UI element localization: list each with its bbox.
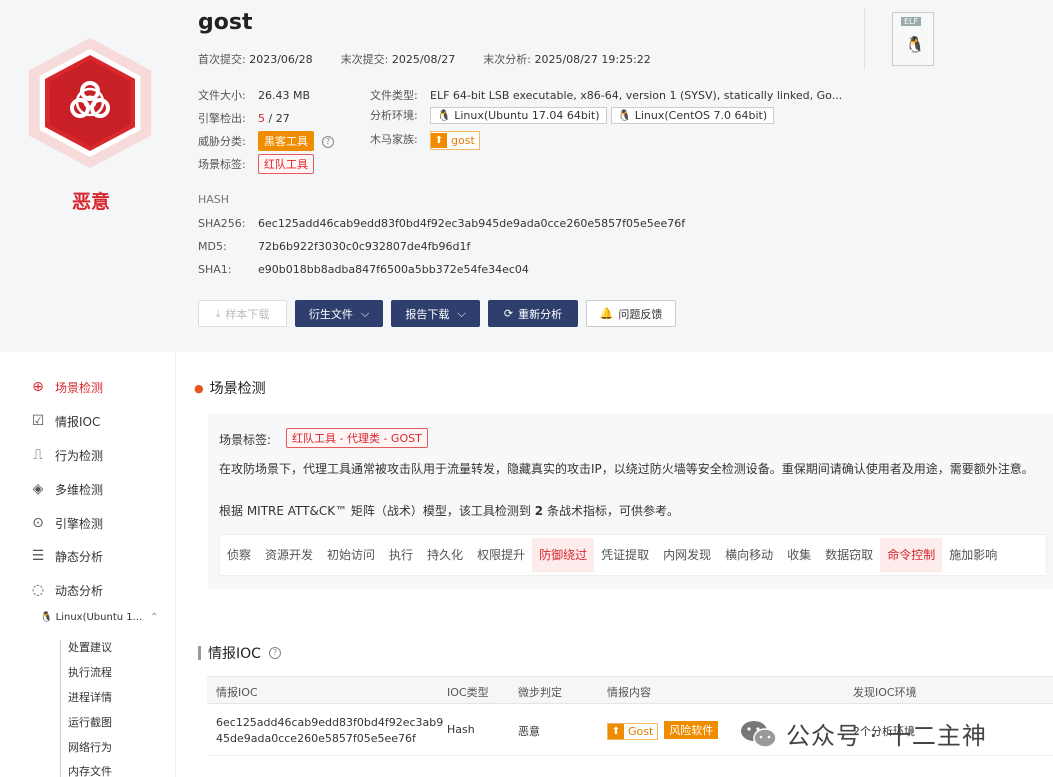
sidebar-item-scene[interactable]: ⊕ 场景检测 xyxy=(30,377,103,397)
sidebar-item-static[interactable]: ☰ 静态分析 xyxy=(30,546,103,566)
chevron-down-icon: ⌵ xyxy=(360,306,370,320)
sidebar-sub-flow[interactable]: 执行流程 xyxy=(68,664,112,680)
sidebar-sub-memory[interactable]: 内存文件 xyxy=(68,763,112,777)
tactic-recon[interactable]: 侦察 xyxy=(220,538,258,572)
report-download-button[interactable]: 报告下载 ⌵ xyxy=(391,300,480,327)
sidebar-item-engine[interactable]: ⊙ 引擎检测 xyxy=(30,513,103,533)
bell-icon: 🔔 xyxy=(599,307,614,320)
biohazard-icon xyxy=(70,81,110,118)
tactic-impact[interactable]: 施加影响 xyxy=(942,538,1004,572)
file-name: gost xyxy=(198,10,253,35)
tactic-c2[interactable]: 命令控制 xyxy=(880,538,943,572)
md5-row: MD5: 72b6b922f3030c0c932807de4fb96d1f xyxy=(198,240,471,253)
derived-files-button[interactable]: 衍生文件 ⌵ xyxy=(295,300,383,327)
ioc-type: Hash xyxy=(447,723,475,736)
sha1-row: SHA1: e90b018bb8adba847f6500a5bb372e54fe3… xyxy=(198,263,529,276)
refresh-icon: ⟳ xyxy=(503,307,514,320)
document-icon: ☰ xyxy=(31,548,45,564)
scene-section-title: ● 场景检测 xyxy=(194,381,266,397)
tag-icon: ⬆ xyxy=(431,133,447,148)
chevron-down-icon: ⌵ xyxy=(457,306,466,320)
tactic-initial-access[interactable]: 初始访问 xyxy=(320,538,382,572)
env-centos[interactable]: 🐧 Linux(CentOS 7.0 64bit) xyxy=(610,107,775,124)
tactic-exfiltration[interactable]: 数据窃取 xyxy=(818,538,880,572)
ioc-content: ⬆ Gost 风险软件 xyxy=(607,721,719,740)
scene-tag-label: 场景标签: xyxy=(219,433,272,447)
engine-detection: 引擎检出: 5 / 27 xyxy=(198,112,290,125)
ioc-verdict: 恶意 xyxy=(518,725,540,738)
cycle-icon: ◌ xyxy=(31,582,45,598)
scene-tags: 场景标签: 红队工具 xyxy=(198,154,314,174)
fire-icon: ● xyxy=(194,381,204,395)
tactic-credential[interactable]: 凭证提取 xyxy=(594,538,656,572)
trojan-family: 木马家族: ⬆ gost xyxy=(370,131,480,150)
sidebar-os-ubuntu[interactable]: 🐧 Linux(Ubuntu 1... ⌃ xyxy=(40,612,159,623)
sidebar-item-multidim[interactable]: ◈ 多维检测 xyxy=(30,479,103,499)
tactic-persistence[interactable]: 持久化 xyxy=(420,538,470,572)
help-icon[interactable]: ? xyxy=(268,647,281,659)
action-buttons: ⤓ 样本下载 衍生文件 ⌵ 报告下载 ⌵ ⟳ 重新分析 🔔 问题反馈 xyxy=(198,300,684,327)
tactic-resource[interactable]: 资源开发 xyxy=(258,538,320,572)
divider xyxy=(864,8,865,70)
reanalyze-button[interactable]: ⟳ 重新分析 xyxy=(488,300,578,327)
tactic-privilege[interactable]: 权限提升 xyxy=(470,538,532,572)
sidebar-sub-network[interactable]: 网络行为 xyxy=(68,739,112,755)
env-ubuntu[interactable]: 🐧 Linux(Ubuntu 17.04 64bit) xyxy=(430,107,607,124)
ioc-hash[interactable]: 6ec125add46cab9edd83f0bd4f92ec3ab9 45de9a… xyxy=(216,715,443,747)
monitor-icon: ⎍ xyxy=(33,447,43,463)
verdict-shield xyxy=(22,38,158,168)
gost-tag[interactable]: ⬆ Gost xyxy=(607,723,659,740)
sidebar-sub-disposal[interactable]: 处置建议 xyxy=(68,639,112,655)
ioc-table-header: 情报IOC IOC类型 微步判定 情报内容 发现IOC环境 xyxy=(207,676,1053,704)
download-sample-button[interactable]: ⤓ 样本下载 xyxy=(198,300,287,327)
ioc-section-title: 情报IOC? xyxy=(198,643,281,663)
tactic-lateral[interactable]: 横向移动 xyxy=(718,538,780,572)
intel-icon: ☑ xyxy=(31,413,45,429)
tactic-discovery[interactable]: 内网发现 xyxy=(656,538,718,572)
sidebar-item-dynamic[interactable]: ◌ 动态分析 xyxy=(30,580,103,600)
risk-tag: 风险软件 xyxy=(664,721,719,739)
threat-category: 威胁分类: 黑客工具? xyxy=(198,131,334,151)
analysis-env: 分析环境: 🐧 Linux(Ubuntu 17.04 64bit) 🐧 Linux(… xyxy=(370,107,778,124)
tactic-defense-evasion[interactable]: 防御绕过 xyxy=(532,538,595,572)
linux-penguin-icon: 🐧 xyxy=(905,35,925,54)
download-icon: ⤓ xyxy=(215,306,221,320)
wechat-icon xyxy=(741,720,777,748)
scene-description: 在攻防场景下，代理工具通常被攻击队用于流量转发，隐藏真实的攻击IP，以绕过防火墙… xyxy=(219,462,1034,476)
scene-tag: 红队工具 xyxy=(258,154,314,174)
tag-icon: ⬆ xyxy=(608,724,624,739)
file-size: 文件大小: 26.43 MB xyxy=(198,89,311,102)
sidebar-item-ioc[interactable]: ☑ 情报IOC xyxy=(30,411,101,431)
scene-detail-tag: 红队工具 - 代理类 - GOST xyxy=(286,428,428,448)
sidebar-sub-process[interactable]: 进程详情 xyxy=(68,689,112,705)
linux-icon: 🐧 xyxy=(40,612,53,623)
verdict-label: 恶意 xyxy=(72,191,111,213)
sidebar-sub-screenshot[interactable]: 运行截图 xyxy=(68,714,112,730)
tree-line xyxy=(60,640,61,777)
threat-tag: 黑客工具 xyxy=(258,131,314,151)
tactics-bar: 侦察 资源开发 初始访问 执行 持久化 权限提升 防御绕过 凭证提取 内网发现 … xyxy=(219,534,1047,576)
mitre-summary: 根据 MITRE ATT&CK™ 矩阵（战术）模型，该工具检测到 2 条战术指标… xyxy=(219,504,679,518)
layers-icon: ◈ xyxy=(32,481,44,497)
tactic-execution[interactable]: 执行 xyxy=(382,538,420,572)
elf-file-icon: ELF 🐧 xyxy=(892,12,934,66)
file-type: 文件类型: ELF 64-bit LSB executable, x86-64, … xyxy=(370,89,843,102)
sidebar-item-behavior[interactable]: ⎍ 行为检测 xyxy=(30,445,103,465)
chevron-up-icon: ⌃ xyxy=(150,612,159,623)
sha256-row: SHA256: 6ec125add46cab9edd83f0bd4f92ec3ab… xyxy=(198,217,686,230)
watermark: 公众号 · 十二主神 xyxy=(740,716,987,751)
date-info: 首次提交: 2023/06/28 末次提交: 2025/08/27 末次分析: … xyxy=(198,53,651,66)
family-tag[interactable]: ⬆ gost xyxy=(430,131,480,150)
help-icon[interactable]: ? xyxy=(322,136,334,148)
tactic-collection[interactable]: 收集 xyxy=(780,538,818,572)
target-icon: ⊕ xyxy=(32,379,44,395)
feedback-button[interactable]: 🔔 问题反馈 xyxy=(586,300,676,327)
engine-icon: ⊙ xyxy=(32,515,44,531)
